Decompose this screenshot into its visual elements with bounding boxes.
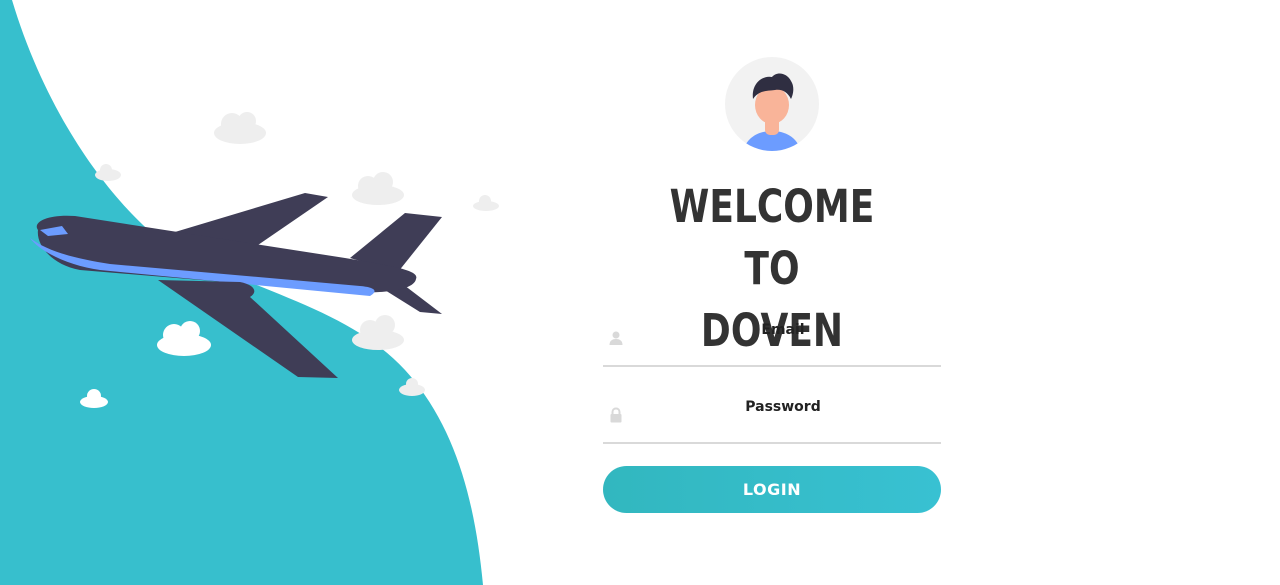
login-page: WELCOME TO DOVEN LOGIN [0, 0, 1280, 585]
cloud-icon [352, 315, 404, 350]
cloud-icon [352, 172, 404, 205]
user-icon [609, 331, 623, 345]
user-avatar-icon [725, 57, 819, 151]
password-field-group [603, 394, 941, 444]
email-field-group [603, 317, 941, 367]
lock-icon [610, 407, 622, 423]
email-input[interactable] [633, 317, 933, 343]
cloud-icon [95, 164, 121, 181]
airplane-illustration [0, 0, 499, 585]
login-button[interactable]: LOGIN [603, 466, 941, 513]
login-form: WELCOME TO DOVEN LOGIN [603, 0, 941, 585]
title-line-1: WELCOME TO [669, 180, 875, 295]
cloud-icon [214, 112, 266, 144]
password-input[interactable] [633, 394, 933, 420]
cloud-icon [473, 195, 499, 211]
